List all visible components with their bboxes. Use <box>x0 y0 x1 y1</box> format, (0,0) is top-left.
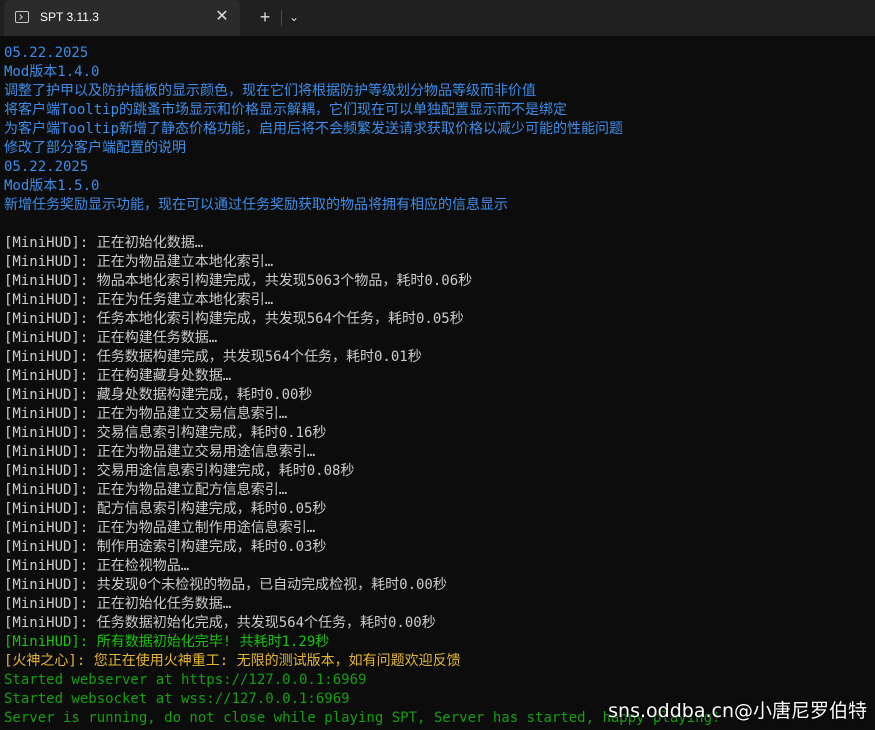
terminal-line: [MiniHUD]: 正在为物品建立本地化索引… <box>4 254 274 270</box>
new-tab-button[interactable]: + <box>252 5 278 29</box>
terminal-line: [MiniHUD]: 交易用途信息索引构建完成，耗时0.08秒 <box>4 463 355 479</box>
terminal-line: [MiniHUD]: 正在为物品建立交易用途信息索引… <box>4 444 316 460</box>
terminal-line: [MiniHUD]: 正在为物品建立交易信息索引… <box>4 406 288 422</box>
terminal-line: [MiniHUD]: 正在检视物品… <box>4 558 190 574</box>
terminal-line: [MiniHUD]: 共发现0个未检视的物品，已自动完成检视，耗时0.00秒 <box>4 577 447 593</box>
terminal-line: [MiniHUD]: 任务本地化索引构建完成，共发现564个任务，耗时0.05秒 <box>4 311 464 327</box>
terminal-line: Mod版本1.5.0 <box>4 178 100 194</box>
close-icon[interactable]: ✕ <box>210 5 234 29</box>
terminal-line: [MiniHUD]: 正在构建藏身处数据… <box>4 368 232 384</box>
tab-spt[interactable]: SPT 3.11.3 ✕ <box>4 0 240 36</box>
terminal-line: [MiniHUD]: 正在为物品建立配方信息索引… <box>4 482 288 498</box>
terminal-line: [MiniHUD]: 正在为任务建立本地化索引… <box>4 292 274 308</box>
terminal-line: [MiniHUD]: 制作用途索引构建完成，耗时0.03秒 <box>4 539 327 555</box>
terminal-line: [MiniHUD]: 正在初始化任务数据… <box>4 596 232 612</box>
terminal-line: [火神之心]: 您正在使用火神重工: 无限的测试版本，如有问题欢迎反馈 <box>4 653 461 669</box>
terminal-line: 05.22.2025 <box>4 45 89 61</box>
terminal-line: [MiniHUD]: 正在为物品建立制作用途信息索引… <box>4 520 316 536</box>
watermark: sns.oddba.cn@小唐尼罗伯特 <box>608 700 867 722</box>
terminal-line: [MiniHUD]: 物品本地化索引构建完成，共发现5063个物品，耗时0.06… <box>4 273 473 289</box>
terminal-line: [MiniHUD]: 正在初始化数据… <box>4 235 204 251</box>
terminal-line: [MiniHUD]: 配方信息索引构建完成，耗时0.05秒 <box>4 501 327 517</box>
terminal-line: Mod版本1.4.0 <box>4 64 100 80</box>
chevron-down-icon[interactable]: ⌄ <box>282 5 306 29</box>
terminal-line: [MiniHUD]: 正在构建任务数据… <box>4 330 218 346</box>
tab-bar: SPT 3.11.3 ✕ + ⌄ <box>0 0 875 36</box>
terminal-line: [MiniHUD]: 所有数据初始化完毕! 共耗时1.29秒 <box>4 634 330 650</box>
terminal-line: [MiniHUD]: 任务数据构建完成，共发现564个任务，耗时0.01秒 <box>4 349 422 365</box>
terminal-window: SPT 3.11.3 ✕ + ⌄ 05.22.2025 Mod版本1.4.0 调整了… <box>0 0 875 730</box>
terminal-line: 为客户端Tooltip新增了静态价格功能，启用后将不会频繁发送请求获取价格以减少… <box>4 121 623 137</box>
terminal-line: 调整了护甲以及防护插板的显示颜色，现在它们将根据防护等级划分物品等级而非价值 <box>4 83 536 99</box>
terminal-line: [MiniHUD]: 交易信息索引构建完成，耗时0.16秒 <box>4 425 327 441</box>
terminal-line: 修改了部分客户端配置的说明 <box>4 140 186 156</box>
terminal-output[interactable]: 05.22.2025 Mod版本1.4.0 调整了护甲以及防护插板的显示颜色，现在它… <box>4 44 874 728</box>
terminal-icon <box>15 11 29 23</box>
terminal-line: 将客户端Tooltip的跳蚤市场显示和价格显示解耦，它们现在可以单独配置显示而不… <box>4 102 567 118</box>
terminal-line: [MiniHUD]: 藏身处数据构建完成，耗时0.00秒 <box>4 387 313 403</box>
terminal-line: 新增任务奖励显示功能，现在可以通过任务奖励获取的物品将拥有相应的信息显示 <box>4 197 508 213</box>
tab-title: SPT 3.11.3 <box>40 10 99 24</box>
terminal-line: [MiniHUD]: 任务数据初始化完成，共发现564个任务，耗时0.00秒 <box>4 615 436 631</box>
terminal-line: Started webserver at https://127.0.0.1:6… <box>4 672 367 688</box>
terminal-line: 05.22.2025 <box>4 159 89 175</box>
